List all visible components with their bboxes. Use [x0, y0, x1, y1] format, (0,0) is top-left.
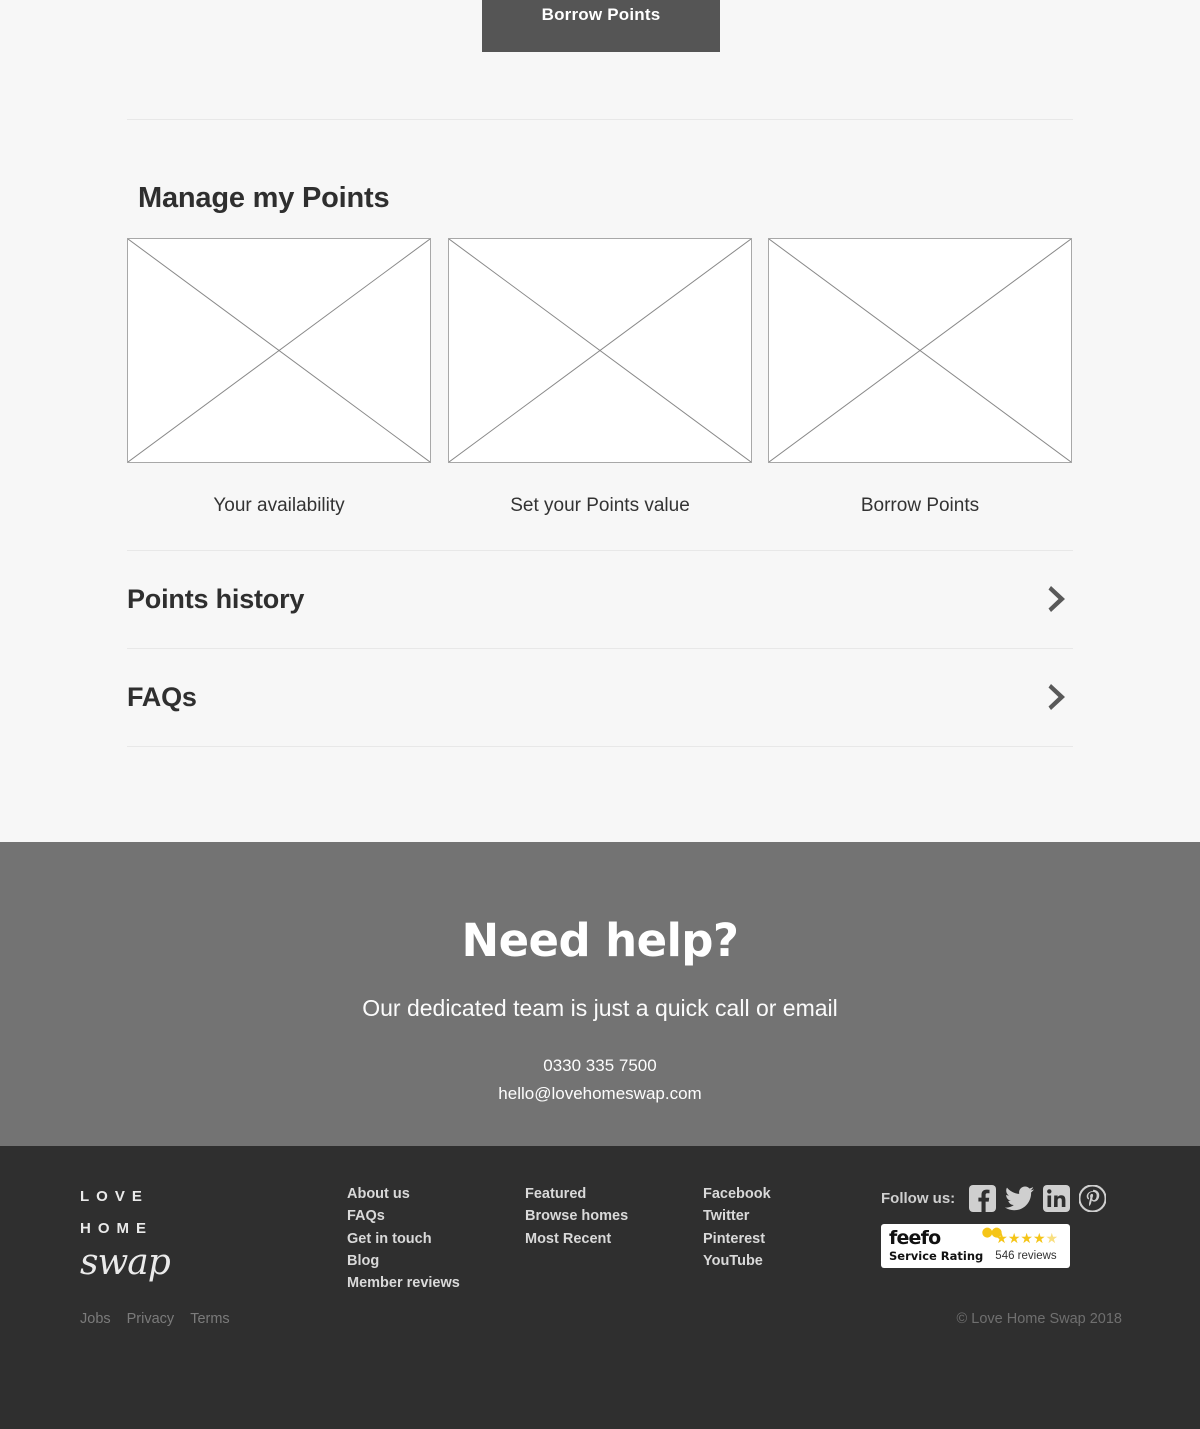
legal-links: Jobs Privacy Terms [80, 1311, 230, 1327]
broken-image-placeholder-icon [448, 238, 752, 463]
linkedin-icon[interactable] [1043, 1185, 1071, 1212]
tile-borrow-points[interactable]: Borrow Points [768, 238, 1072, 517]
tile-caption: Your availability [213, 495, 345, 516]
feefo-review-count: 546 reviews [995, 1249, 1057, 1262]
feefo-brand-block: feefo ●● Service Rating [881, 1225, 1002, 1263]
need-help-title: Need help? [461, 914, 739, 967]
need-help-subtitle: Our dedicated team is just a quick call … [362, 995, 838, 1021]
page-title: Manage my Points [138, 182, 390, 214]
feefo-full-stars: ★★★★ [995, 1229, 1046, 1246]
footer-link-browse-homes[interactable]: Browse homes [525, 1205, 628, 1227]
feefo-service-rating-label: Service Rating [889, 1249, 984, 1263]
footer-link-faqs[interactable]: FAQs [347, 1205, 460, 1227]
follow-us-label: Follow us: [881, 1190, 956, 1207]
divider-below-faqs [127, 746, 1073, 747]
legal-link-terms[interactable]: Terms [190, 1311, 229, 1327]
footer-logo[interactable]: LOVE HOME swap [80, 1181, 171, 1283]
borrow-points-button-top[interactable]: Borrow Points [482, 0, 720, 52]
footer-link-facebook[interactable]: Facebook [703, 1183, 771, 1205]
legal-link-privacy[interactable]: Privacy [127, 1311, 175, 1327]
footer-column-company: About us FAQs Get in touch Blog Member r… [347, 1183, 460, 1294]
feefo-rating-badge[interactable]: feefo ●● Service Rating ★★★★★ 546 reviews [881, 1224, 1070, 1268]
broken-image-placeholder-icon [127, 238, 431, 463]
need-help-contact: 0330 335 7500 hello@lovehomeswap.com [0, 1052, 1200, 1108]
divider-top [127, 119, 1073, 120]
chevron-right-icon[interactable] [1045, 582, 1071, 616]
footer-link-about-us[interactable]: About us [347, 1183, 460, 1205]
tile-your-availability[interactable]: Your availability [127, 238, 431, 517]
pinterest-icon[interactable] [1078, 1184, 1107, 1213]
twitter-icon[interactable] [1005, 1185, 1035, 1212]
tile-set-your-points-value[interactable]: Set your Points value [448, 238, 752, 517]
row-label: FAQs [127, 681, 197, 712]
row-faqs[interactable]: FAQs [127, 648, 1073, 746]
chevron-right-icon[interactable] [1045, 680, 1071, 714]
need-help-section: Need help? Our dedicated team is just a … [0, 842, 1200, 1146]
email-link[interactable]: hello@lovehomeswap.com [0, 1080, 1200, 1108]
feefo-wordmark: feefo ●● [889, 1225, 1002, 1249]
tile-caption: Borrow Points [860, 495, 980, 516]
footer-link-twitter[interactable]: Twitter [703, 1205, 771, 1227]
footer-column-social: Facebook Twitter Pinterest YouTube [703, 1183, 771, 1272]
logo-line-home: HOME [80, 1220, 153, 1237]
footer-link-member-reviews[interactable]: Member reviews [347, 1272, 460, 1294]
feefo-brand-text: feefo [889, 1227, 941, 1249]
facebook-icon[interactable] [969, 1185, 997, 1212]
copyright-text: © Love Home Swap 2018 [956, 1311, 1122, 1327]
broken-image-placeholder-icon [768, 238, 1072, 463]
feefo-stars: ★★★★★ [995, 1230, 1058, 1246]
row-points-history[interactable]: Points history [127, 550, 1073, 648]
social-icon-list [969, 1184, 1107, 1213]
footer-link-featured[interactable]: Featured [525, 1183, 628, 1205]
footer-column-homes: Featured Browse homes Most Recent [525, 1183, 628, 1250]
logo-script-swap: swap [80, 1242, 171, 1283]
footer-link-blog[interactable]: Blog [347, 1250, 460, 1272]
logo-line-love: LOVE [80, 1188, 149, 1205]
follow-us-block: Follow us: [881, 1184, 1107, 1213]
feefo-oo-mark: ●● [981, 1225, 1003, 1240]
page-root: Borrow Points Manage my Points Your avai… [0, 0, 1200, 1429]
footer-link-youtube[interactable]: YouTube [703, 1250, 771, 1272]
row-label: Points history [127, 583, 305, 614]
feefo-half-star: ★ [1045, 1229, 1059, 1246]
top-button-area: Borrow Points [0, 0, 1200, 52]
feefo-score-block: ★★★★★ 546 reviews [995, 1230, 1058, 1263]
footer-link-most-recent[interactable]: Most Recent [525, 1228, 628, 1250]
footer-link-get-in-touch[interactable]: Get in touch [347, 1228, 460, 1250]
phone-link[interactable]: 0330 335 7500 [0, 1052, 1200, 1080]
legal-link-jobs[interactable]: Jobs [80, 1311, 111, 1327]
tile-caption: Set your Points value [510, 495, 690, 516]
footer-link-pinterest[interactable]: Pinterest [703, 1228, 771, 1250]
